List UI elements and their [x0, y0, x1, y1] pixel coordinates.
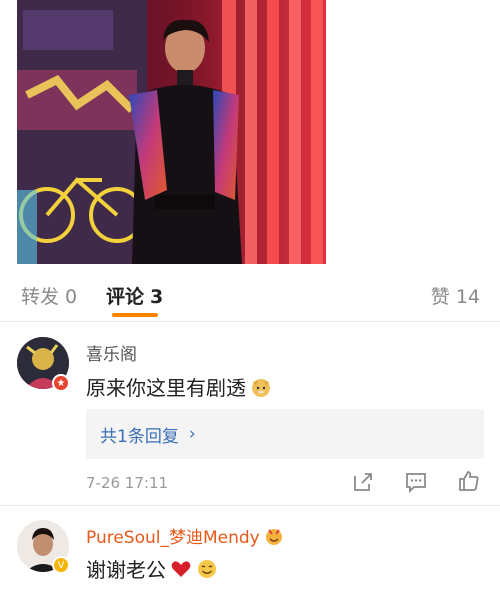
comment-item: V PureSoul_梦迪Mendy 谢谢老公 — [0, 506, 500, 594]
vip-badge-icon: V — [52, 556, 70, 574]
post-photo — [17, 0, 326, 264]
comment-text: 谢谢老公 — [86, 554, 218, 583]
reply-summary-box[interactable]: 共1条回复 › — [86, 409, 484, 459]
comment-text: 原来你这里有剧透 — [86, 372, 272, 401]
comment-text-content: 谢谢老公 — [86, 558, 166, 582]
smile-emoji-icon — [198, 559, 216, 578]
active-tab-indicator — [112, 313, 158, 317]
reply-summary-link[interactable]: 共1条回复 — [100, 422, 179, 447]
like-icon[interactable] — [457, 469, 481, 493]
share-icon[interactable] — [351, 470, 375, 494]
comment-text-content: 原来你这里有剧透 — [86, 376, 246, 400]
tab-comment-label: 评论 — [106, 286, 145, 308]
comment-username[interactable]: PureSoul_梦迪Mendy — [86, 523, 260, 548]
comment-username[interactable]: 喜乐阁 — [86, 340, 137, 365]
comment-icon[interactable] — [404, 470, 428, 494]
comment-item: ★ 喜乐阁 原来你这里有剧透 共1条回复 › 7-26 17:11 — [0, 322, 500, 504]
celebration-emoji-icon — [265, 528, 282, 545]
tab-repost[interactable]: 转发 0 — [21, 282, 77, 309]
doge-emoji-icon — [252, 378, 270, 397]
tab-repost-label: 转发 — [21, 286, 60, 308]
comment-time: 7-26 17:11 — [86, 474, 169, 492]
verified-badge-icon: ★ — [52, 374, 70, 392]
tab-comment-count: 3 — [150, 286, 164, 308]
heart-emoji-icon — [171, 560, 191, 577]
tab-comment[interactable]: 评论 3 — [106, 282, 163, 309]
tab-like-label: 赞 — [430, 286, 450, 308]
tab-repost-count: 0 — [65, 286, 78, 308]
tab-like-count: 14 — [455, 286, 480, 308]
chevron-right-icon: › — [188, 424, 196, 444]
comment-username-row: PureSoul_梦迪Mendy — [86, 523, 284, 548]
post-image[interactable] — [17, 0, 326, 264]
interaction-tabs: 转发 0 评论 3 赞 14 — [0, 264, 500, 322]
tab-like[interactable]: 赞 14 — [431, 282, 480, 309]
